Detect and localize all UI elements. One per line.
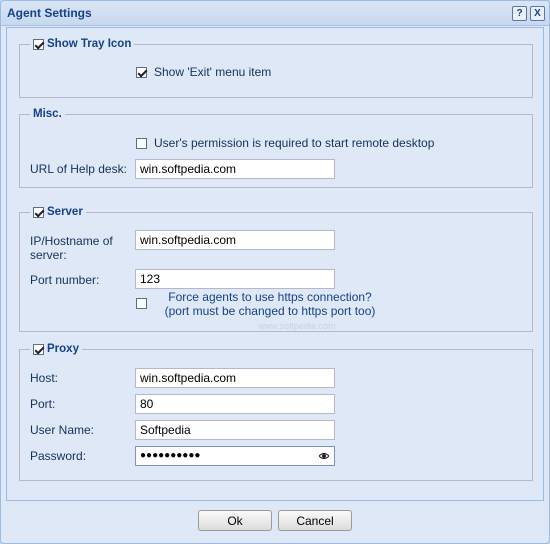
tray-legend-label: Show Tray Icon (47, 38, 132, 50)
proxy-password-input[interactable]: ●●●●●●●●●● (135, 446, 335, 466)
proxy-checkbox[interactable] (33, 343, 44, 355)
proxy-legend-label: Proxy (47, 343, 79, 355)
proxy-port-label: Port: (30, 397, 56, 411)
helpdesk-url-input[interactable]: win.softpedia.com (135, 159, 335, 179)
cancel-button[interactable]: Cancel (278, 510, 352, 531)
tray-fieldset: Show Tray Icon Show 'Exit' menu item (19, 36, 533, 98)
server-legend-label: Server (47, 206, 83, 218)
exit-menu-label: Show 'Exit' menu item (154, 65, 272, 79)
helpdesk-url-label: URL of Help desk: (30, 162, 127, 176)
tray-legend: Show Tray Icon (30, 36, 135, 52)
show-password-icon[interactable] (319, 451, 329, 461)
watermark: www.softpedia.com (258, 321, 336, 331)
server-host-label-line2: server: (30, 248, 67, 262)
server-port-input[interactable]: 123 (135, 269, 335, 289)
misc-fieldset: Misc. User's permission is required to s… (19, 106, 533, 188)
proxy-fieldset: Proxy Host: win.softpedia.com Port: 80 U… (19, 341, 533, 481)
ok-button[interactable]: Ok (198, 510, 272, 531)
server-legend: Server (30, 204, 86, 220)
proxy-user-label: User Name: (30, 423, 95, 437)
close-button[interactable]: X (530, 6, 545, 21)
title-bar: Agent Settings ? X (1, 1, 549, 26)
misc-legend: Misc. (30, 106, 65, 122)
proxy-host-input[interactable]: win.softpedia.com (135, 368, 335, 388)
tray-icon-checkbox[interactable] (33, 38, 44, 50)
exit-menu-checkbox[interactable] (136, 66, 147, 78)
proxy-password-label: Password: (30, 449, 87, 463)
https-note-line2: (port must be changed to https port too) (164, 304, 376, 318)
https-note-line1: Force agents to use https connection? (168, 290, 372, 304)
help-button[interactable]: ? (512, 6, 527, 21)
exit-menu-row: Show 'Exit' menu item (136, 65, 271, 79)
server-host-input[interactable]: win.softpedia.com (135, 230, 335, 250)
agent-settings-window: Agent Settings ? X Show Tray Icon Show '… (0, 0, 550, 544)
https-checkbox[interactable] (136, 298, 147, 309)
window-title: Agent Settings (7, 6, 92, 20)
misc-legend-label: Misc. (33, 108, 62, 120)
settings-panel: Show Tray Icon Show 'Exit' menu item Mis… (6, 27, 544, 501)
proxy-port-input[interactable]: 80 (135, 394, 335, 414)
proxy-legend: Proxy (30, 341, 82, 357)
proxy-user-input[interactable]: Softpedia (135, 420, 335, 440)
server-fieldset: Server IP/Hostname of server: win.softpe… (19, 204, 533, 332)
server-checkbox[interactable] (33, 206, 44, 218)
server-port-label: Port number: (30, 273, 100, 287)
permission-checkbox[interactable] (136, 137, 147, 149)
permission-row: User's permission is required to start r… (136, 136, 434, 150)
proxy-host-label: Host: (30, 371, 59, 385)
server-host-label-line1: IP/Hostname of (30, 234, 113, 248)
password-mask: ●●●●●●●●●● (140, 450, 201, 461)
permission-label: User's permission is required to start r… (154, 136, 435, 150)
